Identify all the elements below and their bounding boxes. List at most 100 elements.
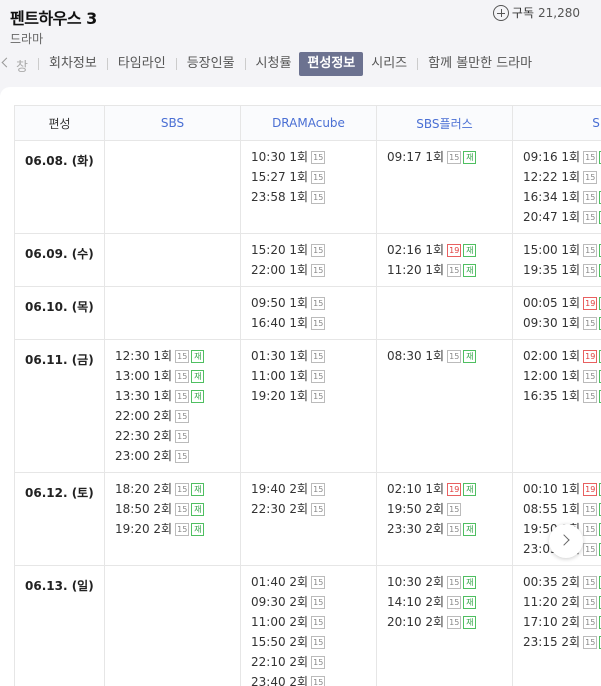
air-time: 23:15 bbox=[523, 635, 558, 649]
broadcast-entry: 10:30 2회 15 재 bbox=[387, 572, 512, 592]
air-time: 15:50 bbox=[251, 635, 286, 649]
air-time: 23:00 bbox=[115, 449, 150, 463]
schedule-cell: 09:50 1회 15 16:40 1회 15 bbox=[240, 286, 377, 340]
channel-header[interactable]: DRAMAcube bbox=[240, 105, 377, 141]
broadcast-entry: 23:40 2회 15 bbox=[251, 672, 376, 686]
episode-number: 2회 bbox=[425, 595, 445, 609]
broadcast-entry: 10:30 1회 15 bbox=[251, 147, 376, 167]
rerun-badge: 재 bbox=[191, 503, 205, 516]
air-time: 20:10 bbox=[387, 615, 422, 629]
air-time: 19:20 bbox=[115, 522, 150, 536]
air-time: 15:27 bbox=[251, 170, 286, 184]
episode-number: 2회 bbox=[425, 575, 445, 589]
broadcast-entry: 23:00 2회 15 bbox=[115, 446, 240, 466]
schedule-cell bbox=[104, 140, 241, 234]
next-button[interactable] bbox=[549, 524, 583, 558]
age-rating-badge: 19 bbox=[447, 244, 462, 257]
air-time: 02:16 bbox=[387, 243, 422, 257]
channel-header[interactable]: SBS플러스 bbox=[376, 105, 513, 141]
tab-1[interactable]: 타임라인 bbox=[110, 52, 174, 76]
episode-number: 2회 bbox=[289, 615, 309, 629]
program-genre: 드라마 bbox=[10, 32, 44, 46]
broadcast-entry: 22:30 2회 15 bbox=[115, 426, 240, 446]
rerun-badge: 재 bbox=[463, 576, 477, 589]
episode-number: 2회 bbox=[289, 595, 309, 609]
schedule-cell: 01:30 1회 15 11:00 1회 15 19:20 1회 15 bbox=[240, 339, 377, 473]
schedule-table: 편성 SBSDRAMAcubeSBS플러스SKY 06.08. (화) 10:30… bbox=[14, 105, 601, 686]
age-rating-badge: 15 bbox=[583, 171, 598, 184]
episode-number: 1회 bbox=[425, 263, 445, 277]
air-time: 13:00 bbox=[115, 369, 150, 383]
tab-3[interactable]: 시청률 bbox=[248, 52, 300, 76]
age-rating-badge: 15 bbox=[583, 523, 598, 536]
episode-number: 1회 bbox=[561, 296, 581, 310]
tab-5[interactable]: 시리즈 bbox=[363, 52, 415, 76]
air-time: 14:10 bbox=[387, 595, 422, 609]
date-cell: 06.10. (목) bbox=[14, 286, 105, 340]
broadcast-entry: 11:00 1회 15 bbox=[251, 366, 376, 386]
air-time: 16:40 bbox=[251, 316, 286, 330]
rerun-badge: 재 bbox=[463, 151, 477, 164]
air-time: 19:40 bbox=[251, 482, 286, 496]
tab-prev-fragment: 창 bbox=[16, 60, 28, 75]
broadcast-entry: 11:20 2회15재 bbox=[523, 592, 601, 612]
air-time: 08:55 bbox=[523, 502, 558, 516]
age-rating-badge: 15 bbox=[583, 264, 598, 277]
tab-prev-button[interactable]: 창 bbox=[0, 50, 36, 78]
broadcast-entry: 16:34 1회15재 bbox=[523, 187, 601, 207]
air-time: 10:30 bbox=[251, 150, 286, 164]
broadcast-entry: 09:50 1회 15 bbox=[251, 293, 376, 313]
episode-number: 1회 bbox=[289, 389, 309, 403]
channel-header[interactable]: SBS bbox=[104, 105, 241, 141]
air-time: 11:00 bbox=[251, 615, 286, 629]
age-rating-badge: 15 bbox=[311, 191, 326, 204]
tab-6[interactable]: 함께 볼만한 드라마 bbox=[420, 52, 540, 76]
broadcast-entry: 22:30 2회 15 bbox=[251, 499, 376, 519]
subscribe-button[interactable]: 구독 21,280 bbox=[492, 4, 580, 21]
episode-number: 1회 bbox=[425, 482, 445, 496]
schedule-cell: 19:40 2회 15 22:30 2회 15 bbox=[240, 472, 377, 566]
age-rating-badge: 15 bbox=[311, 616, 326, 629]
tab-0[interactable]: 회차정보 bbox=[41, 52, 105, 76]
air-time: 00:10 bbox=[523, 482, 558, 496]
channel-header[interactable]: SKY bbox=[512, 105, 601, 141]
age-rating-badge: 15 bbox=[175, 390, 190, 403]
episode-number: 1회 bbox=[289, 170, 309, 184]
episode-number: 1회 bbox=[289, 150, 309, 164]
air-time: 23:58 bbox=[251, 190, 286, 204]
episode-number: 1회 bbox=[425, 349, 445, 363]
air-time: 23:40 bbox=[251, 675, 286, 686]
broadcast-entry: 15:00 1회15재 bbox=[523, 240, 601, 260]
tab-bar: 창 회차정보 타임라인 등장인물 시청률 편성정보 시리즈 함께 볼만한 드라마 bbox=[0, 50, 601, 78]
rerun-badge: 재 bbox=[191, 350, 205, 363]
episode-number: 2회 bbox=[561, 635, 581, 649]
episode-number: 1회 bbox=[289, 263, 309, 277]
broadcast-entry: 13:30 1회 15 재 bbox=[115, 386, 240, 406]
air-time: 09:17 bbox=[387, 150, 422, 164]
episode-number: 1회 bbox=[289, 190, 309, 204]
air-time: 18:50 bbox=[115, 502, 150, 516]
rerun-badge: 재 bbox=[463, 483, 477, 496]
broadcast-entry: 19:50 2회 15 bbox=[387, 499, 512, 519]
subscribe-label: 구독 bbox=[511, 6, 534, 20]
age-rating-badge: 15 bbox=[311, 244, 326, 257]
tab-4[interactable]: 편성정보 bbox=[299, 52, 364, 76]
broadcast-entry: 18:50 2회 15 재 bbox=[115, 499, 240, 519]
tab-2[interactable]: 등장인물 bbox=[179, 52, 243, 76]
air-time: 17:10 bbox=[523, 615, 558, 629]
air-time: 23:30 bbox=[387, 522, 422, 536]
broadcast-entry: 15:27 1회 15 bbox=[251, 167, 376, 187]
corner-header: 편성 bbox=[14, 105, 105, 141]
tab-separator bbox=[244, 58, 246, 70]
episode-number: 1회 bbox=[561, 316, 581, 330]
episode-number: 1회 bbox=[561, 170, 581, 184]
episode-number: 2회 bbox=[289, 575, 309, 589]
episode-number: 1회 bbox=[561, 482, 581, 496]
air-time: 01:30 bbox=[251, 349, 286, 363]
broadcast-entry: 19:20 2회 15 재 bbox=[115, 519, 240, 539]
air-time: 09:50 bbox=[251, 296, 286, 310]
episode-number: 1회 bbox=[425, 150, 445, 164]
broadcast-entry: 00:10 1회19재 bbox=[523, 479, 601, 499]
age-rating-badge: 15 bbox=[583, 596, 598, 609]
air-time: 16:35 bbox=[523, 389, 558, 403]
